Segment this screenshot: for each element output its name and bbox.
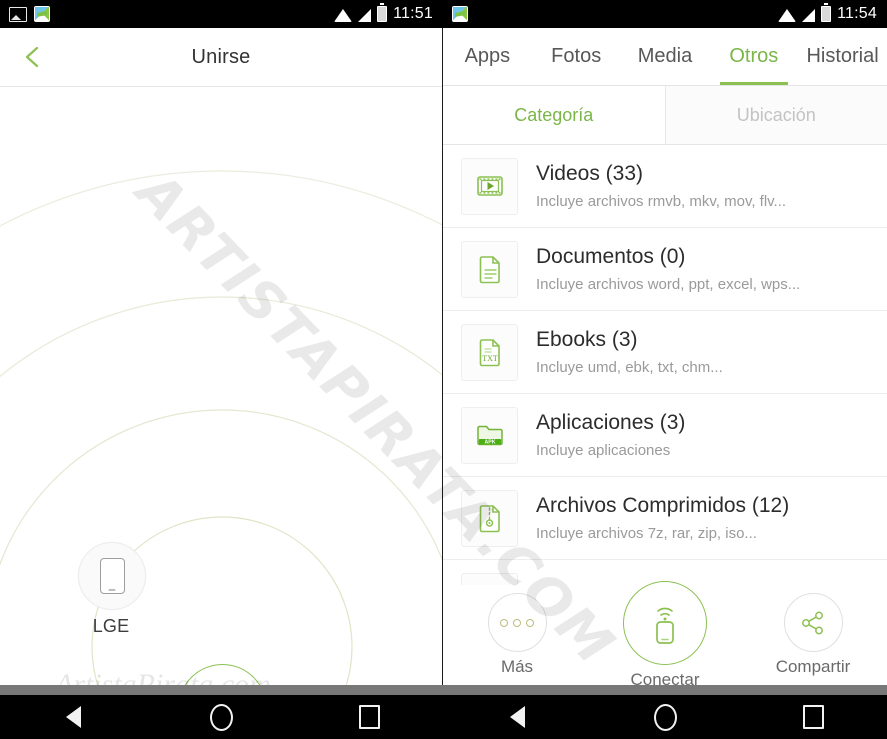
list-item-subtitle: Incluye archivos rmvb, mkv, mov, flv...	[536, 192, 787, 210]
gallery-icon	[9, 6, 27, 22]
list-item-text: Ebooks (3) Incluye umd, ebk, txt, chm...	[536, 327, 723, 376]
android-navbar-right	[443, 695, 887, 739]
video-file-icon	[461, 157, 518, 215]
share-icon	[783, 593, 843, 652]
back-icon[interactable]	[39, 695, 109, 739]
list-item[interactable]: Documentos (0) Incluye archivos word, pp…	[443, 228, 887, 311]
home-icon[interactable]	[186, 695, 256, 739]
list-item-text: Archivos Comprimidos (12) Incluye archiv…	[536, 493, 789, 542]
document-file-icon	[461, 240, 518, 298]
status-bar-right-clock: 11:54	[837, 5, 877, 22]
screen-divider-strip	[0, 685, 887, 695]
back-icon[interactable]	[482, 695, 552, 739]
tab-historial[interactable]: Historial	[798, 28, 887, 85]
list-item-text: Videos (33) Incluye archivos rmvb, mkv, …	[536, 161, 786, 210]
recents-icon[interactable]	[334, 695, 404, 739]
app-screen: 11:51 11:54 Unirse LGE Apps Fotos Media …	[0, 0, 887, 739]
xender-icon	[34, 6, 50, 22]
signal-icon	[358, 8, 372, 22]
device-avatar	[78, 542, 146, 610]
list-item[interactable]: APK Aplicaciones (3) Incluye aplicacione…	[443, 394, 887, 477]
connect-phone-wifi-icon	[623, 580, 707, 665]
status-bar-left-clock: 11:51	[393, 5, 433, 22]
more-button-label: Más	[500, 657, 534, 676]
tab-fotos[interactable]: Fotos	[532, 28, 621, 85]
signal-icon	[802, 8, 816, 22]
list-item-text: Documentos (0) Incluye archivos word, pp…	[536, 244, 800, 293]
chevron-left-icon[interactable]	[20, 44, 46, 70]
tab-media[interactable]: Media	[621, 28, 710, 85]
right-panel-file-browser: Apps Fotos Media Otros Historial Categor…	[443, 28, 887, 685]
list-item-subtitle: Incluye archivos word, ppt, excel, wps..…	[536, 275, 801, 293]
svg-text:TXT: TXT	[482, 354, 498, 363]
battery-icon	[377, 3, 388, 22]
list-item-title: Archivos Comprimidos (12)	[536, 494, 790, 518]
subtab-categoria[interactable]: Categoría	[443, 86, 666, 144]
list-item[interactable]: Archivos Comprimidos (12) Incluye archiv…	[443, 477, 887, 560]
list-item-text: Aplicaciones (3) Incluye aplicaciones	[536, 410, 685, 459]
phone-icon	[99, 558, 125, 594]
device-name-label: LGE	[92, 616, 130, 636]
dots-group	[500, 618, 534, 627]
wifi-icon	[334, 8, 353, 22]
status-bar-left-notification-icons	[0, 6, 50, 22]
radar-rings	[0, 170, 442, 685]
list-item-title: Documentos (0)	[536, 245, 686, 269]
tab-otros[interactable]: Otros	[709, 28, 798, 85]
wifi-icon	[778, 8, 797, 22]
device-radar: LGE Conectar	[0, 87, 442, 685]
connect-button-left[interactable]: Conectar	[178, 664, 267, 685]
status-bar-right-notification-icons	[443, 6, 468, 22]
share-button-label: Compartir	[775, 657, 851, 676]
list-item-subtitle: Incluye aplicaciones	[536, 441, 671, 459]
svg-text:APK: APK	[484, 439, 495, 445]
bottom-action-bar: Más Conectar Compartir	[443, 580, 887, 685]
status-bar-right: 11:54	[443, 0, 887, 28]
list-item-subtitle: Incluye archivos 7z, rar, zip, iso...	[536, 524, 757, 542]
left-panel-join-screen: Unirse LGE Conectar Artis	[0, 28, 443, 685]
list-item-title: Aplicaciones (3)	[536, 411, 686, 435]
list-item-title: Videos (33)	[536, 162, 644, 186]
status-bar-left: 11:51	[0, 0, 443, 28]
page-title: Unirse	[191, 45, 251, 68]
category-tab-bar: Apps Fotos Media Otros Historial	[443, 28, 887, 86]
more-button[interactable]: Más	[457, 593, 577, 677]
connect-ring	[178, 664, 267, 685]
connect-button-right[interactable]: Conectar	[605, 580, 725, 686]
recents-icon[interactable]	[778, 695, 848, 739]
device-node-lge[interactable]: LGE	[78, 542, 146, 637]
tab-apps[interactable]: Apps	[443, 28, 532, 85]
connect-button-label: Conectar	[630, 669, 700, 686]
category-list: Videos (33) Incluye archivos rmvb, mkv, …	[443, 145, 887, 617]
more-dots-icon	[487, 593, 547, 652]
home-icon[interactable]	[630, 695, 700, 739]
left-panel-header: Unirse	[0, 28, 442, 87]
apk-folder-icon: APK	[461, 406, 518, 464]
battery-icon	[821, 3, 832, 22]
status-bar-right-system-icons: 11:54	[778, 3, 887, 23]
share-button[interactable]: Compartir	[753, 593, 873, 677]
archive-file-icon	[461, 489, 518, 547]
list-item-title: Ebooks (3)	[536, 328, 638, 352]
list-item-subtitle: Incluye umd, ebk, txt, chm...	[536, 358, 723, 376]
android-navbar-left	[0, 695, 443, 739]
sub-tab-bar: Categoría Ubicación	[443, 86, 887, 145]
list-item[interactable]: TXT Ebooks (3) Incluye umd, ebk, txt, ch…	[443, 311, 887, 394]
subtab-ubicacion[interactable]: Ubicación	[665, 86, 887, 144]
xender-icon	[452, 6, 468, 22]
status-bar-left-system-icons: 11:51	[334, 3, 443, 23]
txt-file-icon: TXT	[461, 323, 518, 381]
list-item[interactable]: Videos (33) Incluye archivos rmvb, mkv, …	[443, 145, 887, 228]
